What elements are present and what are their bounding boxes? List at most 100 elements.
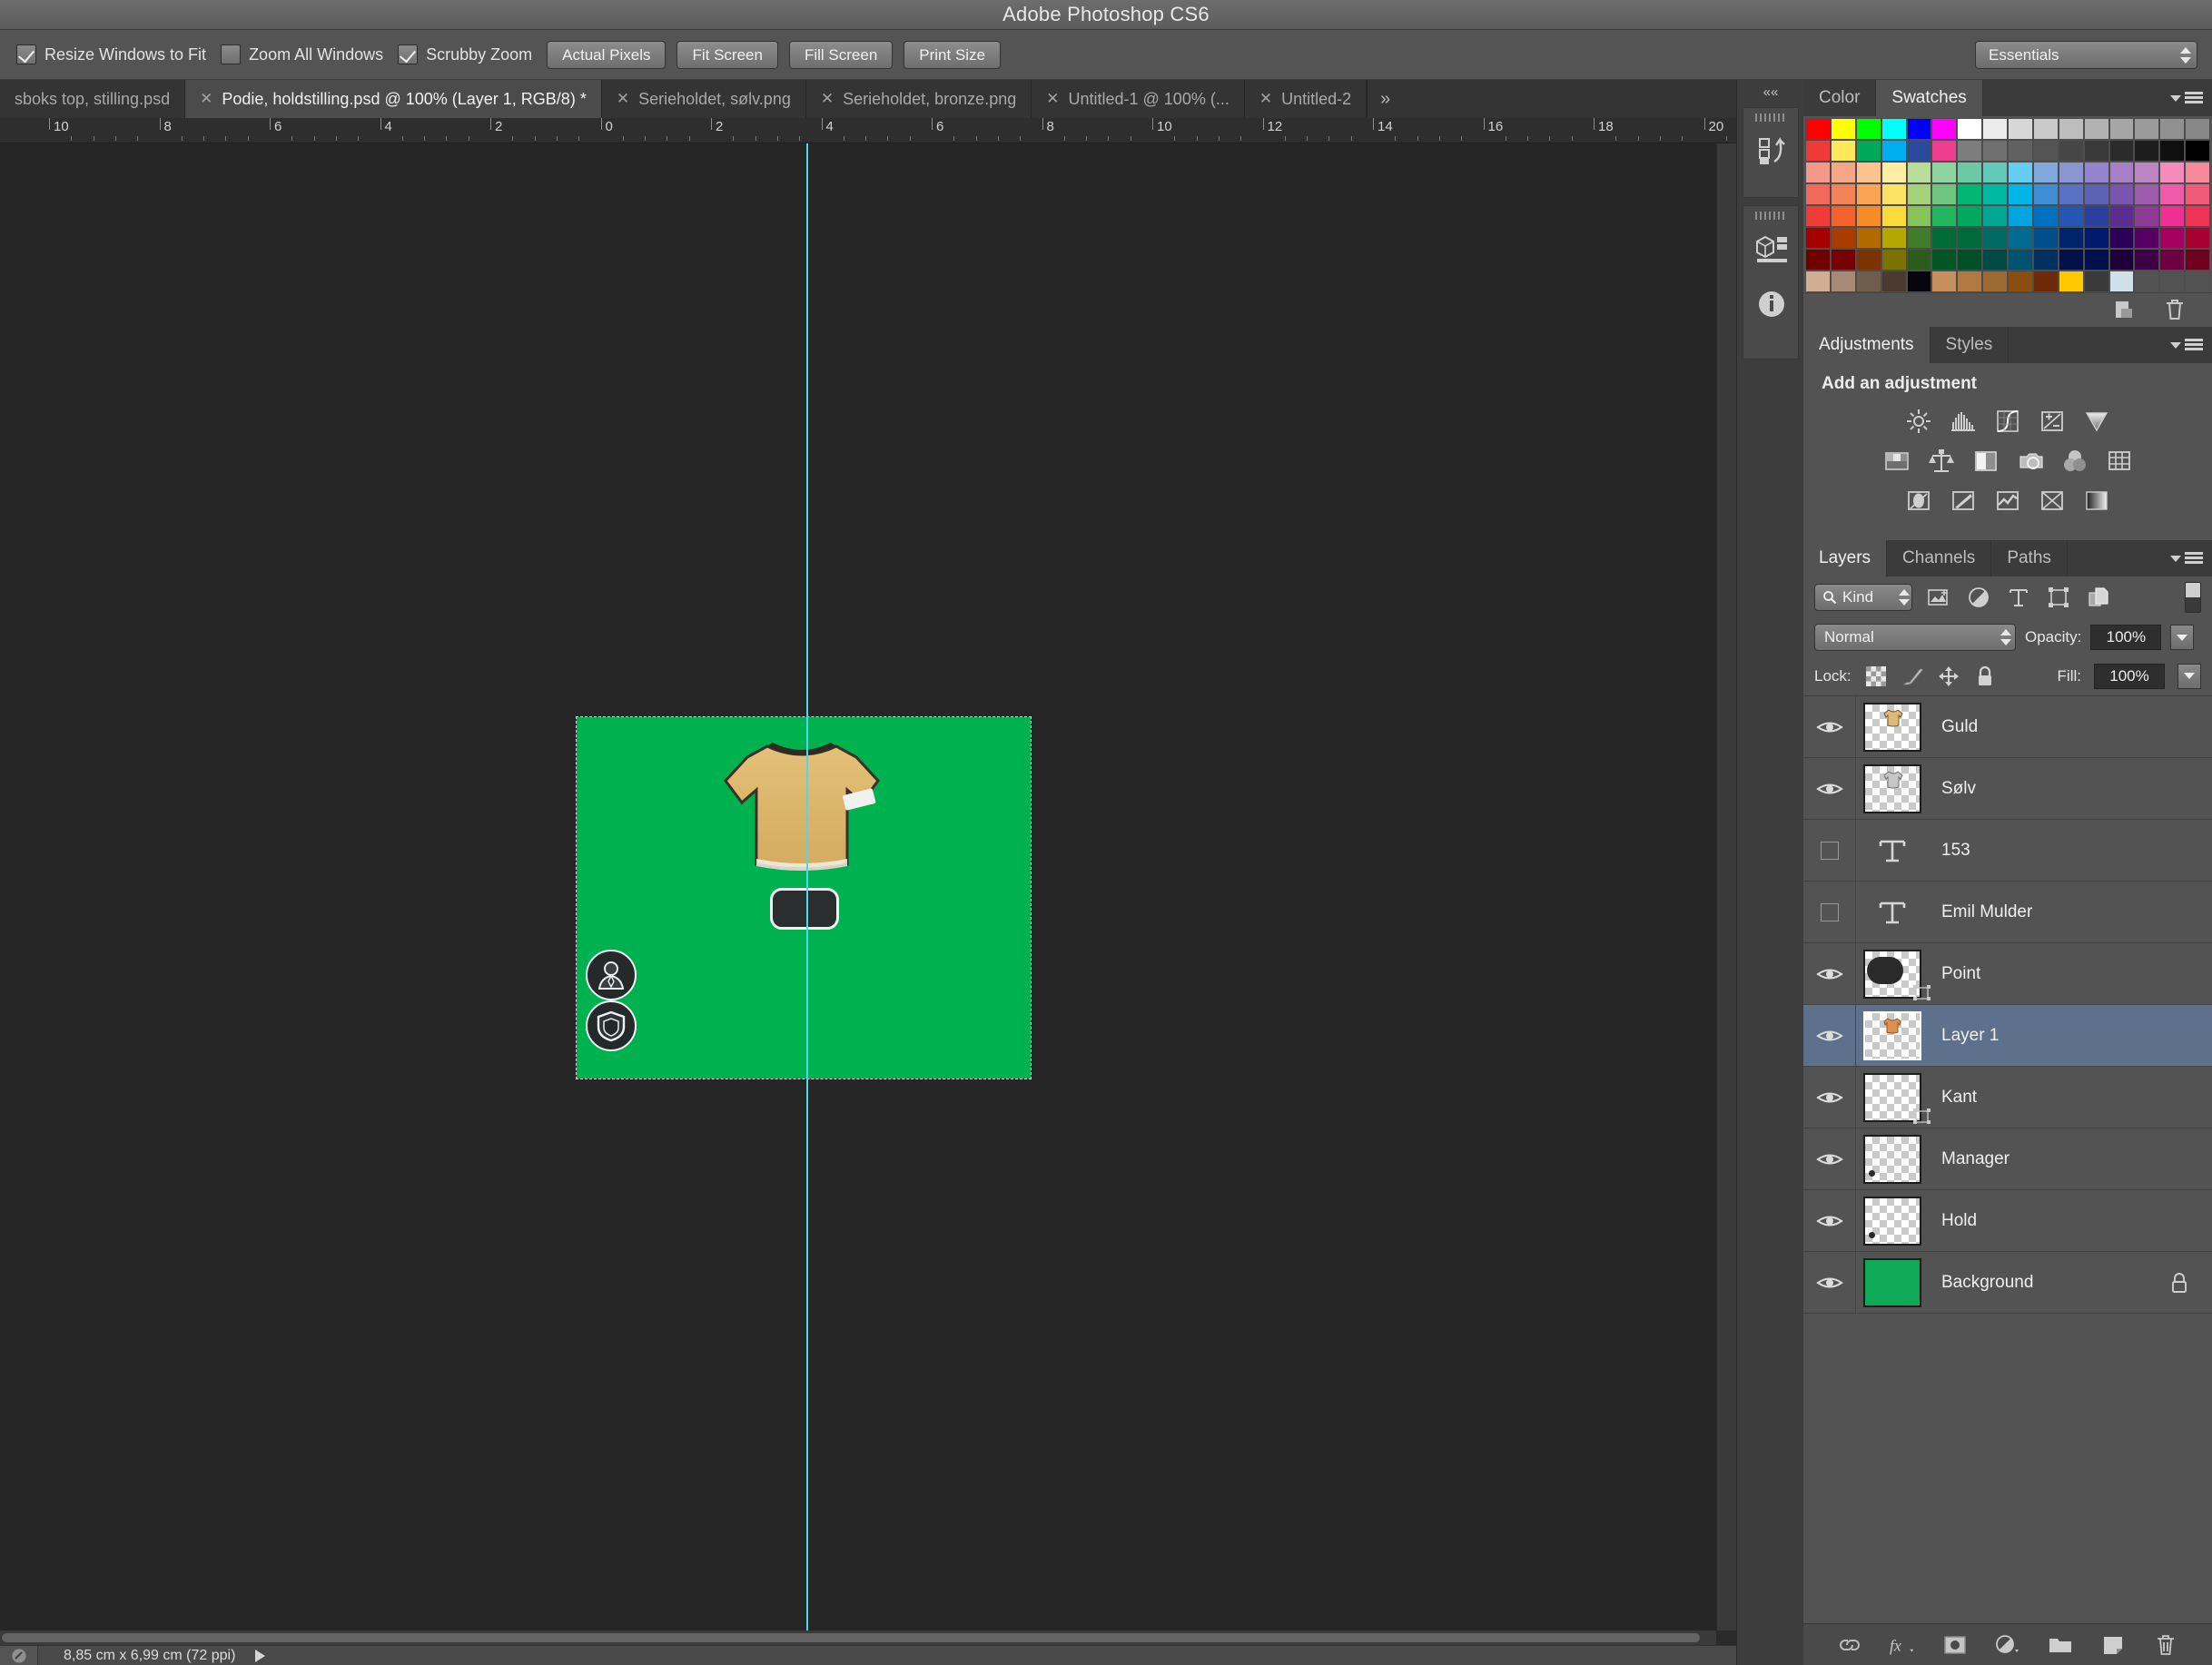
tab-overflow-button[interactable]: » <box>1367 80 1403 118</box>
color-swatch[interactable] <box>2059 227 2084 249</box>
color-swatch[interactable] <box>1856 183 1881 205</box>
color-swatch[interactable] <box>1831 183 1856 205</box>
color-swatch[interactable] <box>1957 118 1982 140</box>
checkbox-zoom-all-windows[interactable]: Zoom All Windows <box>221 44 383 64</box>
tab-color[interactable]: Color <box>1803 80 1876 116</box>
opacity-value[interactable]: 100% <box>2090 625 2161 650</box>
color-swatch[interactable] <box>1957 183 1982 205</box>
layer-thumbnail[interactable] <box>1863 1258 1921 1307</box>
posterize-icon[interactable] <box>1946 486 1980 517</box>
color-swatch[interactable] <box>1881 227 1907 249</box>
color-swatch[interactable] <box>1957 162 1982 183</box>
color-swatch[interactable] <box>2084 227 2109 249</box>
workspace-selector[interactable]: Essentials <box>1975 41 2197 69</box>
delete-layer-icon[interactable] <box>2152 1631 2179 1659</box>
color-swatch[interactable] <box>1805 271 1831 292</box>
smart-object-filter-icon[interactable] <box>2085 584 2112 611</box>
color-swatch[interactable] <box>1831 227 1856 249</box>
color-swatch[interactable] <box>1931 140 1957 162</box>
checkbox-scrubby-zoom[interactable]: Scrubby Zoom <box>398 44 532 64</box>
color-swatch[interactable] <box>1805 162 1831 183</box>
curves-icon[interactable] <box>1990 406 2025 437</box>
layer-row[interactable]: Kant <box>1803 1067 2212 1128</box>
actual-pixels-button[interactable]: Actual Pixels <box>547 41 666 69</box>
color-swatch[interactable] <box>2059 205 2084 227</box>
color-swatch[interactable] <box>1907 140 1932 162</box>
fit-screen-button[interactable]: Fit Screen <box>676 41 777 69</box>
scrollbar-thumb[interactable] <box>2 1633 1700 1642</box>
layer-thumbnail[interactable] <box>1863 1073 1921 1122</box>
layer-visibility-toggle[interactable] <box>1803 1067 1856 1128</box>
layer-visibility-toggle-off[interactable] <box>1803 882 1856 942</box>
color-swatch[interactable] <box>1982 118 2008 140</box>
color-swatch[interactable] <box>1957 249 1982 271</box>
layer-name[interactable]: Layer 1 <box>1941 1026 1999 1046</box>
color-swatch[interactable] <box>2033 227 2059 249</box>
properties-3d-icon[interactable] <box>1743 220 1800 276</box>
close-icon[interactable]: ✕ <box>1259 90 1272 108</box>
layer-name[interactable]: Emil Mulder <box>1941 902 2032 922</box>
color-swatch[interactable] <box>1831 271 1856 292</box>
color-swatch[interactable] <box>1931 183 1957 205</box>
color-swatch[interactable] <box>1931 205 1957 227</box>
color-swatch[interactable] <box>1907 249 1932 271</box>
layer-visibility-toggle[interactable] <box>1803 1005 1856 1066</box>
lock-image-pixels-icon[interactable] <box>1901 665 1924 688</box>
document-tab-5[interactable]: ✕ Untitled-2 <box>1245 80 1367 118</box>
layer-name[interactable]: 153 <box>1941 841 1970 861</box>
color-swatch[interactable] <box>2185 183 2210 205</box>
levels-icon[interactable] <box>1946 406 1980 437</box>
color-swatch[interactable] <box>2159 271 2185 292</box>
color-swatch[interactable] <box>1856 249 1881 271</box>
color-swatch[interactable] <box>1881 183 1907 205</box>
color-swatch[interactable] <box>1805 140 1831 162</box>
status-grip-icon[interactable] <box>0 1646 38 1665</box>
layer-name[interactable]: Manager <box>1941 1149 2010 1169</box>
color-swatch[interactable] <box>2059 162 2084 183</box>
fill-screen-button[interactable]: Fill Screen <box>789 41 893 69</box>
layer-row[interactable]: 153 <box>1803 820 2212 882</box>
color-swatch[interactable] <box>1931 227 1957 249</box>
tab-styles[interactable]: Styles <box>1931 327 2010 363</box>
tab-adjustments[interactable]: Adjustments <box>1803 327 1931 363</box>
color-swatch[interactable] <box>1907 205 1932 227</box>
layer-thumbnail-type-icon[interactable] <box>1863 888 1921 937</box>
tab-layers[interactable]: Layers <box>1803 540 1887 576</box>
canvas-area[interactable] <box>0 143 1716 1631</box>
color-swatch[interactable] <box>2033 271 2059 292</box>
panel-menu-icon[interactable] <box>2170 339 2203 351</box>
new-layer-icon[interactable] <box>2099 1631 2127 1659</box>
color-swatch[interactable] <box>2084 183 2109 205</box>
gradient-map-icon[interactable] <box>2079 486 2114 517</box>
color-swatch[interactable] <box>2109 118 2135 140</box>
black-white-icon[interactable] <box>1969 446 2003 477</box>
lock-transparent-pixels-icon[interactable] <box>1864 665 1888 688</box>
adjustment-layer-filter-icon[interactable] <box>1965 584 1992 611</box>
new-group-icon[interactable] <box>2047 1631 2074 1659</box>
layer-thumbnail[interactable] <box>1863 950 1921 999</box>
color-lookup-icon[interactable] <box>2102 446 2137 477</box>
invert-icon[interactable] <box>1901 486 1936 517</box>
color-swatch[interactable] <box>2033 183 2059 205</box>
color-swatch[interactable] <box>2109 162 2135 183</box>
color-swatch[interactable] <box>1856 227 1881 249</box>
color-swatch[interactable] <box>2008 205 2033 227</box>
fill-value[interactable]: 100% <box>2094 664 2165 689</box>
color-swatch[interactable] <box>1881 271 1907 292</box>
color-swatch[interactable] <box>2159 227 2185 249</box>
layer-row[interactable]: Layer 1 <box>1803 1005 2212 1067</box>
color-swatch[interactable] <box>2059 118 2084 140</box>
color-swatch[interactable] <box>1957 140 1982 162</box>
color-swatch[interactable] <box>1831 118 1856 140</box>
color-swatch[interactable] <box>1856 162 1881 183</box>
color-swatch[interactable] <box>2134 249 2159 271</box>
checkbox-icon[interactable] <box>221 44 241 64</box>
brightness-contrast-icon[interactable] <box>1901 406 1936 437</box>
tab-paths[interactable]: Paths <box>1991 540 2068 576</box>
layer-thumbnail[interactable] <box>1863 1135 1921 1184</box>
drag-grip-icon[interactable] <box>1755 212 1786 220</box>
color-swatch[interactable] <box>1881 162 1907 183</box>
color-swatch[interactable] <box>1831 205 1856 227</box>
opacity-dropdown-button[interactable] <box>2170 625 2194 650</box>
exposure-icon[interactable] <box>2035 406 2069 437</box>
